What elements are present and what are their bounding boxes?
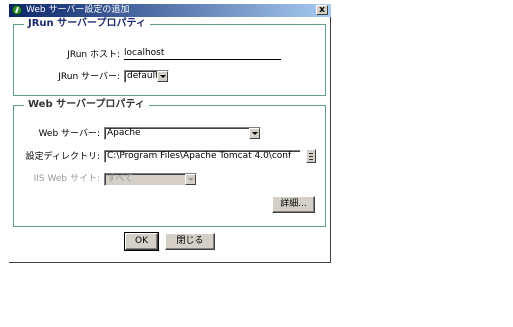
window-title: Web サーバー設定の追加 [26,5,130,15]
iis-website-select[interactable]: すべて [104,173,197,186]
jrun-host-input[interactable]: localhost [124,47,281,60]
web-server-value: Apache [107,128,141,138]
web-server-properties-group: Web サーバープロパティ Web サーバー: Apache 設定ディレクトリ:… [13,99,326,227]
web-server-label: Web サーバー: [38,129,100,139]
app-icon [12,5,22,15]
jrun-server-select[interactable]: default [124,70,169,83]
config-directory-input[interactable]: C:\Program Files\Apache Tomcat 4.0\conf [104,150,301,163]
iis-website-value: すべて [107,174,134,184]
browse-button[interactable] [306,149,316,163]
jrun-server-label: JRun サーバー: [58,72,120,82]
close-button[interactable]: x [316,5,328,15]
config-directory-value: C:\Program Files\Apache Tomcat 4.0\conf [107,151,292,161]
jrun-group-title: JRun サーバープロパティ [24,18,150,30]
add-web-server-dialog: Web サーバー設定の追加 x JRun サーバープロパティ JRun ホスト:… [9,4,331,263]
jrun-host-label: JRun ホスト: [67,50,120,60]
chevron-down-icon [185,174,196,185]
iis-website-label: IIS Web サイト: [33,174,100,184]
config-directory-label: 設定ディレクトリ: [25,152,100,162]
jrun-host-value: localhost [124,48,165,58]
chevron-down-icon[interactable] [157,71,168,82]
web-server-select[interactable]: Apache [104,127,261,140]
jrun-server-properties-group: JRun サーバープロパティ JRun ホスト: localhost JRun … [13,18,326,96]
details-button[interactable]: 詳細... [272,196,315,213]
browse-icon [309,153,313,154]
web-group-title: Web サーバープロパティ [24,99,149,111]
title-bar[interactable]: Web サーバー設定の追加 x [9,4,331,17]
chevron-down-icon[interactable] [249,128,260,139]
ok-button[interactable]: OK [124,232,159,251]
close-dialog-button[interactable]: 閉じる [165,233,215,250]
jrun-server-value: default [127,71,159,81]
